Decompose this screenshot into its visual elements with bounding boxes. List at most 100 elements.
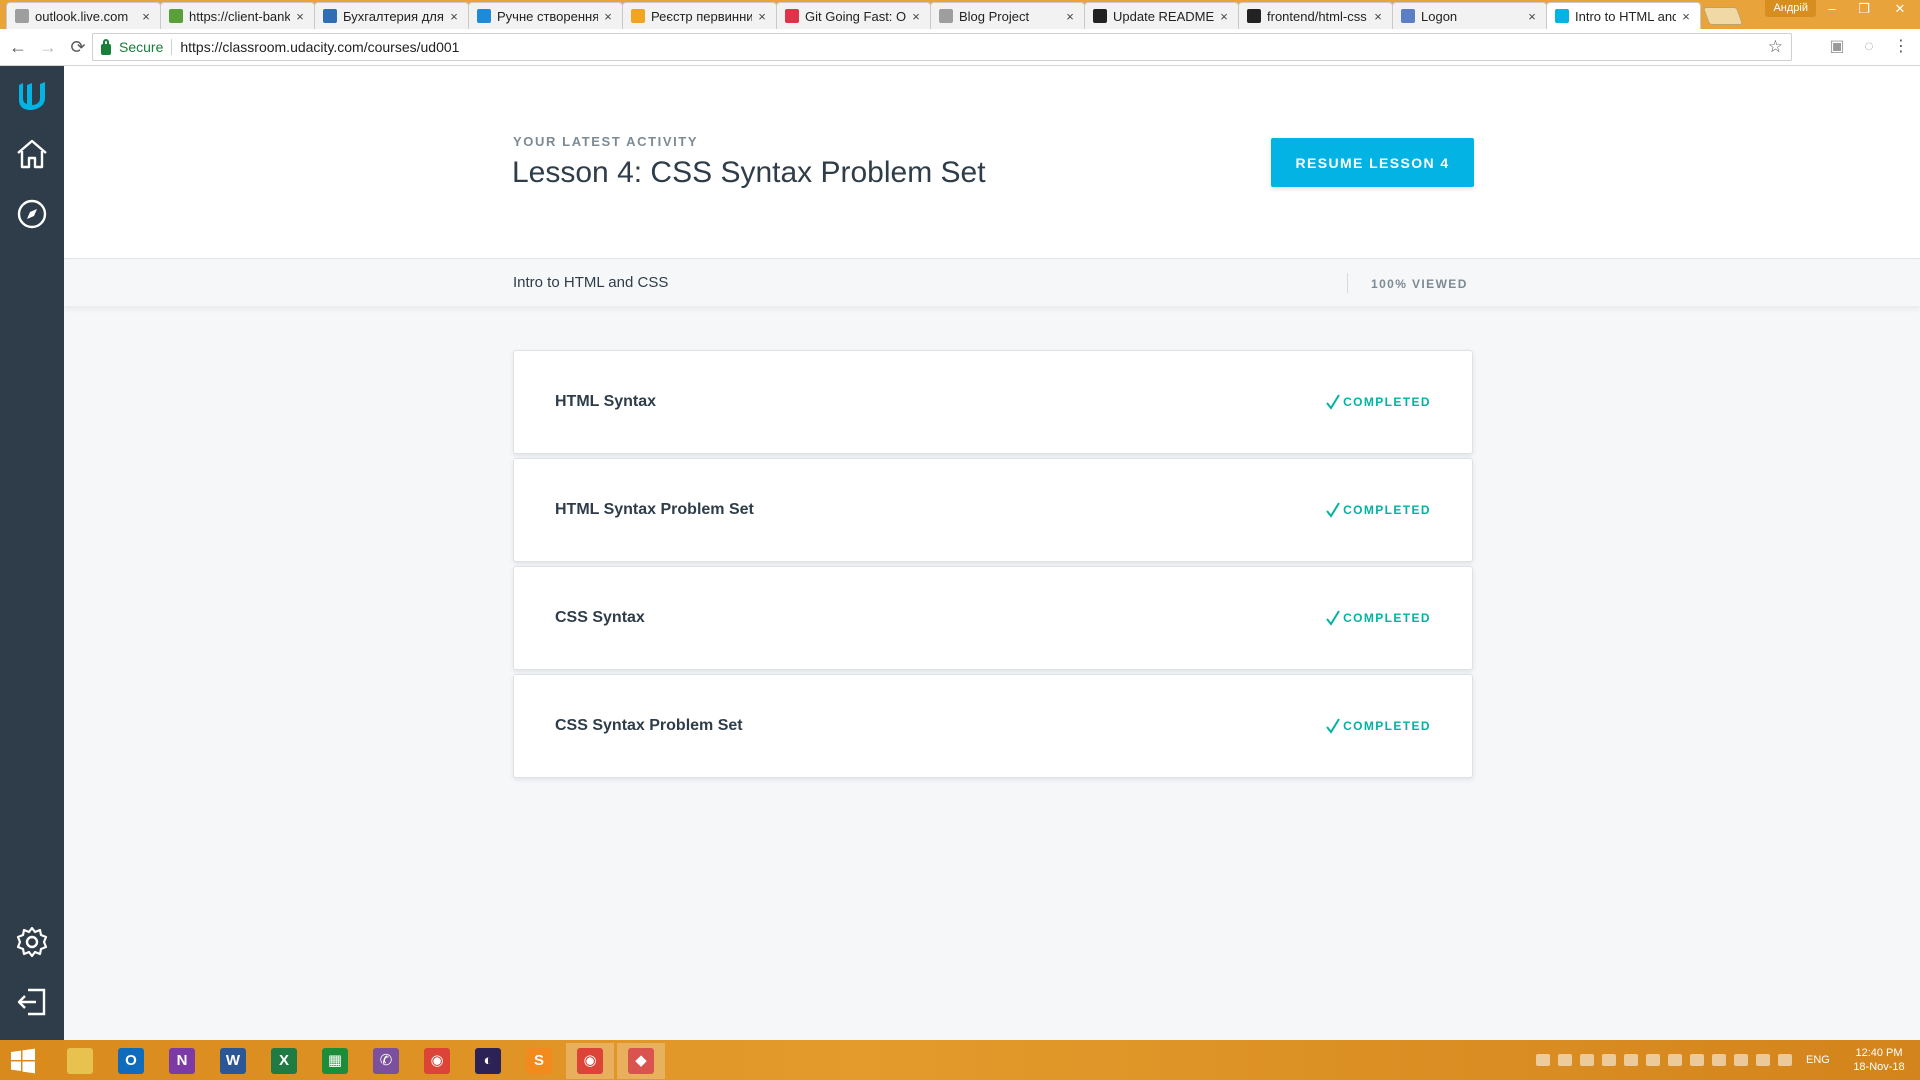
cast-icon[interactable]: ▣ — [1826, 36, 1848, 58]
tab-label: Реєстр первинних — [651, 8, 752, 24]
status-label: COMPLETED — [1343, 611, 1431, 625]
taskbar-app-calculator-sheet[interactable]: ▦ — [311, 1043, 359, 1079]
profile-button[interactable]: Андрій — [1765, 0, 1816, 17]
taskbar-app-chrome[interactable]: ◉ — [413, 1043, 461, 1079]
tab-close-icon[interactable]: × — [910, 9, 922, 24]
window-close-icon[interactable]: ✕ — [1884, 0, 1916, 20]
lesson-card[interactable]: CSS Syntax Problem Set COMPLETED — [513, 674, 1473, 778]
tab-label: Logon — [1421, 8, 1458, 24]
progress-label: 100% VIEWED — [1371, 277, 1468, 291]
language-indicator[interactable]: ENG — [1806, 1054, 1830, 1066]
lesson-card[interactable]: HTML Syntax Problem Set COMPLETED — [513, 458, 1473, 562]
tab-close-icon[interactable]: × — [140, 9, 152, 24]
tab-close-icon[interactable]: × — [1218, 9, 1230, 24]
lesson-card[interactable]: HTML Syntax COMPLETED — [513, 350, 1473, 454]
tab-close-icon[interactable]: × — [448, 9, 460, 24]
restore-icon[interactable]: ❐ — [1848, 0, 1880, 20]
taskbar-app-file-explorer[interactable] — [56, 1043, 104, 1079]
logout-icon[interactable] — [14, 984, 50, 1020]
git-gui-icon: ◆ — [628, 1048, 654, 1074]
taskbar-app-word[interactable]: W — [209, 1043, 257, 1079]
home-icon[interactable] — [14, 136, 50, 172]
tab-close-icon[interactable]: × — [1064, 9, 1076, 24]
browser-tab[interactable]: https://client-bank × — [160, 2, 315, 29]
browser-tab[interactable]: Blog Project × — [930, 2, 1085, 29]
tab-favicon-icon — [785, 9, 799, 23]
tray-icon[interactable] — [1558, 1054, 1572, 1066]
tray-icon[interactable] — [1624, 1054, 1638, 1066]
udacity-logo-icon[interactable] — [14, 78, 50, 114]
taskbar-app-chrome-active[interactable]: ◉ — [566, 1043, 614, 1079]
taskbar-app-eclipse[interactable]: ◐ — [464, 1043, 512, 1079]
tray-icon[interactable] — [1646, 1054, 1660, 1066]
lesson-status: COMPLETED — [1326, 718, 1431, 734]
tray-icon[interactable] — [1712, 1054, 1726, 1066]
browser-tab[interactable]: Ручне створення × — [468, 2, 623, 29]
tab-close-icon[interactable]: × — [602, 9, 614, 24]
tray-icon[interactable] — [1668, 1054, 1682, 1066]
lesson-title: CSS Syntax Problem Set — [555, 717, 743, 734]
tray-icon[interactable] — [1734, 1054, 1748, 1066]
taskbar-app-viber[interactable]: ✆ — [362, 1043, 410, 1079]
extension-icon[interactable]: ◌ — [1858, 36, 1880, 58]
tab-close-icon[interactable]: × — [1372, 9, 1384, 24]
lock-icon — [101, 38, 111, 55]
resume-lesson-button[interactable]: RESUME LESSON 4 — [1271, 138, 1474, 187]
tab-label: outlook.live.com — [35, 8, 129, 24]
tray-icon[interactable] — [1778, 1054, 1792, 1066]
tab-close-icon[interactable]: × — [756, 9, 768, 24]
tab-close-icon[interactable]: × — [1680, 9, 1692, 24]
taskbar-app-git-gui[interactable]: ◆ — [617, 1043, 665, 1079]
tray-icon[interactable] — [1536, 1054, 1550, 1066]
calculator-sheet-icon: ▦ — [322, 1048, 348, 1074]
eclipse-icon: ◐ — [475, 1048, 501, 1074]
lesson-title: HTML Syntax — [555, 393, 657, 410]
minimize-icon[interactable]: – — [1816, 0, 1848, 20]
taskbar-app-sublime[interactable]: S — [515, 1043, 563, 1079]
lesson-status: COMPLETED — [1326, 394, 1431, 410]
system-clock[interactable]: 12:40 PM 18-Nov-18 — [1844, 1046, 1914, 1074]
new-tab-button[interactable] — [1702, 7, 1744, 25]
word-icon: W — [220, 1048, 246, 1074]
status-label: COMPLETED — [1343, 503, 1431, 517]
tab-favicon-icon — [1401, 9, 1415, 23]
gear-icon[interactable] — [14, 924, 50, 960]
tab-favicon-icon — [939, 9, 953, 23]
tab-label: Git Going Fast: On — [805, 8, 906, 24]
page-title: Lesson 4: CSS Syntax Problem Set — [512, 156, 986, 189]
windows-start-icon[interactable] — [10, 1048, 36, 1074]
browser-tab[interactable]: Logon × — [1392, 2, 1547, 29]
clock-date: 18-Nov-18 — [1853, 1061, 1905, 1073]
tab-favicon-icon — [15, 9, 29, 23]
bookmark-star-icon[interactable]: ☆ — [1768, 37, 1783, 57]
forward-icon[interactable]: → — [36, 35, 60, 59]
taskbar-app-excel[interactable]: X — [260, 1043, 308, 1079]
menu-icon[interactable]: ⋮ — [1890, 36, 1912, 58]
browser-tab[interactable]: outlook.live.com × — [6, 2, 161, 29]
check-icon — [1326, 610, 1340, 626]
address-bar[interactable]: Secure https://classroom.udacity.com/cou… — [92, 33, 1792, 61]
reload-icon[interactable]: ⟳ — [66, 35, 90, 59]
browser-tab[interactable]: frontend/html-css × — [1238, 2, 1393, 29]
taskbar-app-outlook[interactable]: O — [107, 1043, 155, 1079]
file-explorer-icon — [67, 1048, 93, 1074]
lesson-card[interactable]: CSS Syntax COMPLETED — [513, 566, 1473, 670]
tray-icon[interactable] — [1690, 1054, 1704, 1066]
browser-tab[interactable]: Бухгалтерия для × — [314, 2, 469, 29]
browser-tab[interactable]: Git Going Fast: On × — [776, 2, 931, 29]
excel-icon: X — [271, 1048, 297, 1074]
back-icon[interactable]: ← — [6, 35, 30, 59]
browser-tab[interactable]: Intro to HTML and × — [1546, 2, 1701, 29]
lesson-status: COMPLETED — [1326, 502, 1431, 518]
tab-close-icon[interactable]: × — [294, 9, 306, 24]
compass-icon[interactable] — [14, 196, 50, 232]
tray-icon[interactable] — [1756, 1054, 1770, 1066]
tab-close-icon[interactable]: × — [1526, 9, 1538, 24]
tab-label: Blog Project — [959, 8, 1030, 24]
browser-tab[interactable]: Update README × — [1084, 2, 1239, 29]
browser-tab[interactable]: Реєстр первинних × — [622, 2, 777, 29]
windows-taskbar: O N W X ▦ ✆ ◉ ◐ S ◉ ◆ ENG 12:40 PM 18-Nov-18 — [0, 1040, 1920, 1080]
taskbar-app-onenote[interactable]: N — [158, 1043, 206, 1079]
tray-icon[interactable] — [1580, 1054, 1594, 1066]
tray-icon[interactable] — [1602, 1054, 1616, 1066]
